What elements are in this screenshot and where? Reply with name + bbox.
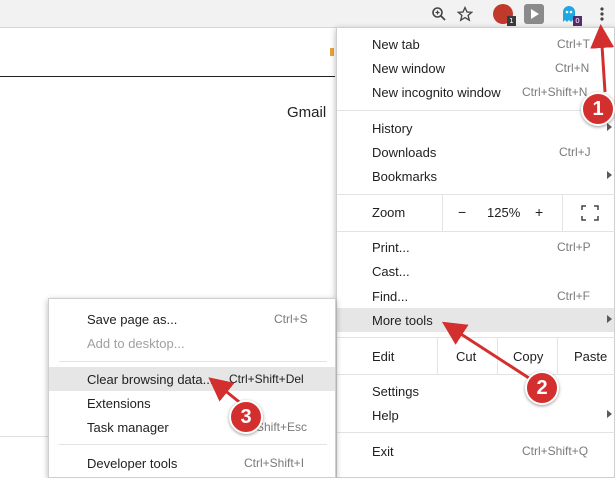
- page-fragment: [330, 48, 334, 56]
- edit-label: Edit: [372, 349, 395, 364]
- menu-item-label: New tab: [372, 37, 420, 52]
- menu-separator: [59, 361, 327, 362]
- page-divider-bottom: [0, 436, 48, 437]
- zoom-icon[interactable]: [429, 4, 449, 24]
- zoom-out-button[interactable]: −: [458, 204, 466, 220]
- menu-item-label: More tools: [372, 313, 433, 328]
- menu-item-label: Exit: [372, 444, 394, 459]
- menu-item-more-tools[interactable]: More tools: [337, 308, 614, 332]
- menu-item-print[interactable]: Print... Ctrl+P: [337, 235, 614, 259]
- submenu-item-add-to-desktop[interactable]: Add to desktop...: [49, 331, 335, 355]
- menu-item-label: History: [372, 121, 413, 136]
- menu-item-shortcut: Ctrl+Shift+Q: [522, 444, 589, 458]
- menu-separator: [337, 432, 615, 433]
- zoom-divider: [562, 195, 563, 231]
- menu-item-help[interactable]: Help: [337, 403, 614, 427]
- menu-item-new-incognito-window[interactable]: New incognito window Ctrl+Shift+N: [337, 80, 614, 104]
- zoom-divider: [442, 195, 443, 231]
- submenu-item-developer-tools[interactable]: Developer tools Ctrl+Shift+I: [49, 451, 335, 475]
- star-icon[interactable]: [455, 4, 475, 24]
- gmail-link[interactable]: Gmail: [287, 104, 326, 121]
- submenu-item-clear-browsing-data[interactable]: Clear browsing data... Ctrl+Shift+Del: [49, 367, 335, 391]
- submenu-item-label: Task manager: [87, 420, 169, 435]
- submenu-arrow-icon: [607, 315, 612, 323]
- menu-item-label: Settings: [372, 384, 419, 399]
- submenu-item-extensions[interactable]: Extensions: [49, 391, 335, 415]
- menu-separator: [59, 444, 327, 445]
- submenu-item-label: Save page as...: [87, 312, 178, 327]
- menu-separator: [337, 231, 615, 232]
- menu-item-settings[interactable]: Settings: [337, 379, 614, 403]
- annotation-step-3: 3: [229, 400, 263, 434]
- fullscreen-icon[interactable]: [581, 205, 599, 224]
- menu-item-shortcut: Ctrl+T: [557, 37, 590, 51]
- menu-item-label: Downloads: [372, 145, 437, 160]
- edit-row: Edit Cut Copy Paste: [337, 338, 614, 374]
- submenu-item-label: Developer tools: [87, 456, 178, 471]
- menu-item-new-window[interactable]: New window Ctrl+N: [337, 56, 614, 80]
- menu-item-shortcut: Ctrl+J: [559, 145, 591, 159]
- menu-item-label: Find...: [372, 289, 409, 304]
- submenu-arrow-icon: [607, 410, 612, 418]
- zoom-row: Zoom − 125% +: [337, 195, 614, 231]
- extension-red-icon[interactable]: 1: [493, 4, 516, 26]
- submenu-item-shortcut: Ctrl+Shift+Del: [229, 372, 304, 386]
- menu-item-shortcut: Ctrl+Shift+N: [522, 85, 588, 99]
- submenu-item-shortcut: Ctrl+Shift+I: [244, 456, 305, 470]
- annotation-step-2: 2: [525, 371, 559, 405]
- submenu-arrow-icon: [607, 123, 612, 131]
- menu-item-label: Bookmarks: [372, 169, 438, 184]
- copy-button[interactable]: Copy: [513, 349, 543, 364]
- more-tools-submenu: Save page as... Ctrl+S Add to desktop...…: [48, 298, 336, 478]
- zoom-label: Zoom: [372, 205, 406, 220]
- menu-item-label: New window: [372, 61, 445, 76]
- page-divider: [0, 76, 335, 77]
- paste-button[interactable]: Paste: [574, 349, 607, 364]
- menu-item-label: Help: [372, 408, 399, 423]
- browser-toolbar: 1 0: [0, 0, 615, 28]
- menu-item-downloads[interactable]: Downloads Ctrl+J: [337, 140, 614, 164]
- edit-divider: [437, 338, 438, 374]
- extension-ghost-badge: 0: [573, 16, 582, 26]
- annotation-step-1: 1: [581, 92, 615, 126]
- menu-item-label: Print...: [372, 240, 410, 255]
- menu-item-bookmarks[interactable]: Bookmarks: [337, 164, 614, 188]
- menu-item-shortcut: Ctrl+F: [557, 289, 590, 303]
- submenu-item-shortcut: Ctrl+S: [274, 312, 308, 326]
- edit-divider: [557, 338, 558, 374]
- menu-item-shortcut: Ctrl+P: [557, 240, 591, 254]
- cut-button[interactable]: Cut: [456, 349, 476, 364]
- more-vert-icon[interactable]: [592, 4, 612, 24]
- submenu-item-task-manager[interactable]: Task manager Shift+Esc: [49, 415, 335, 439]
- submenu-item-shortcut: Shift+Esc: [256, 420, 308, 434]
- menu-item-find[interactable]: Find... Ctrl+F: [337, 284, 614, 308]
- menu-item-cast[interactable]: Cast...: [337, 259, 614, 283]
- submenu-item-label: Add to desktop...: [87, 336, 185, 351]
- edit-divider: [497, 338, 498, 374]
- menu-item-new-tab[interactable]: New tab Ctrl+T: [337, 32, 614, 56]
- extension-red-badge: 1: [507, 16, 516, 26]
- extension-ghost-icon[interactable]: 0: [559, 4, 582, 26]
- menu-separator: [337, 110, 615, 111]
- extension-play-icon[interactable]: [524, 4, 544, 24]
- menu-separator: [337, 374, 615, 375]
- zoom-in-button[interactable]: +: [535, 204, 543, 220]
- menu-item-history[interactable]: History: [337, 116, 614, 140]
- menu-item-label: Cast...: [372, 264, 410, 279]
- menu-item-shortcut: Ctrl+N: [555, 61, 590, 75]
- menu-item-label: New incognito window: [372, 85, 501, 100]
- submenu-item-label: Extensions: [87, 396, 151, 411]
- zoom-level: 125%: [487, 205, 521, 220]
- menu-item-exit[interactable]: Exit Ctrl+Shift+Q: [337, 439, 614, 463]
- submenu-arrow-icon: [607, 171, 612, 179]
- submenu-item-save-page[interactable]: Save page as... Ctrl+S: [49, 307, 335, 331]
- submenu-item-label: Clear browsing data...: [87, 372, 214, 387]
- chrome-main-menu: New tab Ctrl+T New window Ctrl+N New inc…: [336, 27, 615, 478]
